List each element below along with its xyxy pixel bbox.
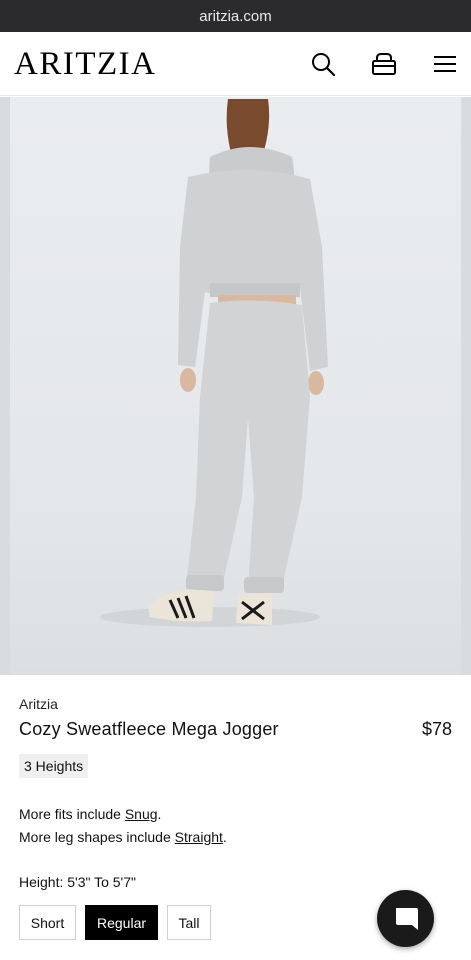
bag-icon[interactable]: [370, 50, 398, 78]
aritzia-logo[interactable]: ARITZIA: [14, 46, 156, 82]
more-fits-text: More fits include: [19, 806, 125, 822]
chat-button[interactable]: [377, 890, 434, 947]
product-image[interactable]: [10, 97, 461, 675]
leg-shapes-suffix: .: [222, 829, 227, 845]
height-option-short[interactable]: Short: [19, 905, 76, 940]
height-label: Height: 5'3" To 5'7": [19, 874, 136, 890]
leg-shapes-text: More leg shapes include: [19, 829, 175, 845]
browser-url-bar[interactable]: aritzia.com: [0, 0, 471, 32]
chat-icon: [395, 907, 418, 930]
model-illustration: [100, 99, 328, 627]
heights-badge: 3 Heights: [19, 754, 89, 778]
gallery-edge-right: [461, 97, 471, 675]
gallery-edge-left: [0, 97, 10, 675]
more-fits-suffix: .: [157, 806, 162, 822]
product-price: $78: [421, 719, 452, 739]
more-fits-line: More fits include Snug.: [19, 803, 227, 826]
site-header: ARITZIA: [0, 32, 471, 96]
menu-icon[interactable]: [431, 50, 459, 78]
height-option-regular[interactable]: Regular: [85, 905, 158, 940]
leg-shapes-line: More leg shapes include Straight.: [19, 826, 227, 849]
url-text: aritzia.com: [199, 7, 272, 25]
fit-info: More fits include Snug. More leg shapes …: [19, 803, 227, 849]
straight-link[interactable]: Straight: [175, 829, 223, 845]
height-option-tall[interactable]: Tall: [167, 905, 211, 940]
product-brand: Aritzia: [19, 696, 58, 712]
product-title: Cozy Sweatfleece Mega Jogger: [19, 719, 279, 739]
search-icon[interactable]: [309, 50, 337, 78]
snug-link[interactable]: Snug: [125, 806, 158, 822]
